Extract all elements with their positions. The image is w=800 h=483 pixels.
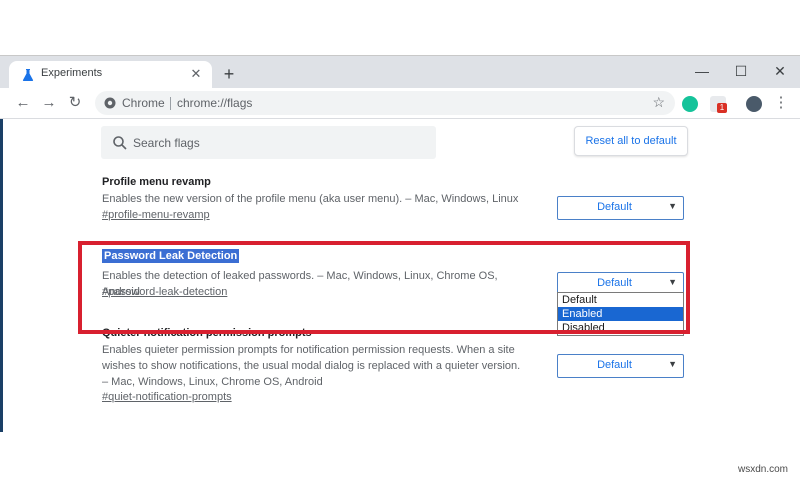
url-text[interactable]: chrome://flags	[177, 96, 252, 110]
flag-description: Enables the new version of the profile m…	[102, 193, 519, 205]
watermark: wsxdn.com	[737, 464, 788, 475]
minimize-button[interactable]: —	[683, 56, 721, 88]
extension-icon[interactable]: 1	[710, 96, 727, 113]
reset-all-button[interactable]: Reset all to default	[574, 126, 688, 156]
extension-badge: 1	[717, 103, 727, 113]
page-edge	[0, 119, 3, 432]
tab-title: Experiments	[41, 67, 103, 79]
search-input[interactable]: Search flags	[101, 126, 436, 159]
address-bar[interactable]: Chrome chrome://flags ☆	[95, 91, 675, 115]
avatar[interactable]	[746, 96, 762, 112]
flag-link[interactable]: #profile-menu-revamp	[102, 209, 210, 221]
annotation-highlight-box	[78, 241, 690, 334]
chevron-down-icon: ▼	[668, 359, 677, 369]
menu-icon[interactable]: ⋮	[772, 94, 790, 112]
chevron-down-icon: ▼	[668, 201, 677, 211]
reload-button[interactable]: ↻	[66, 94, 84, 112]
select-value: Default	[597, 359, 632, 371]
tab-experiments[interactable]: Experiments ✕	[9, 61, 212, 88]
bookmark-star-icon[interactable]: ☆	[652, 94, 665, 111]
forward-button[interactable]: →	[40, 94, 58, 112]
flag-select[interactable]: Default ▼	[557, 354, 684, 378]
origin-chip: Chrome	[122, 96, 165, 110]
back-button[interactable]: ←	[14, 94, 32, 112]
chrome-info-icon	[104, 97, 116, 109]
close-window-button[interactable]: ✕	[761, 56, 799, 88]
omnibox-divider	[170, 97, 171, 110]
close-icon[interactable]: ✕	[188, 66, 204, 82]
flag-description: Enables quieter permission prompts for n…	[102, 344, 521, 388]
flask-icon	[22, 69, 34, 81]
select-value: Default	[597, 201, 632, 213]
flag-title: Profile menu revamp	[102, 176, 211, 188]
search-icon	[113, 136, 127, 150]
flag-link[interactable]: #quiet-notification-prompts	[102, 391, 232, 403]
toolbar: ← → ↻ Chrome chrome://flags ☆ 1 ⋮	[0, 88, 800, 119]
tab-strip: Experiments ✕ + — ☐ ✕	[0, 56, 800, 88]
grammarly-extension-icon[interactable]	[682, 96, 698, 112]
maximize-button[interactable]: ☐	[722, 56, 760, 88]
flag-select[interactable]: Default ▼	[557, 196, 684, 220]
new-tab-button[interactable]: +	[220, 65, 238, 83]
search-placeholder: Search flags	[133, 136, 200, 150]
